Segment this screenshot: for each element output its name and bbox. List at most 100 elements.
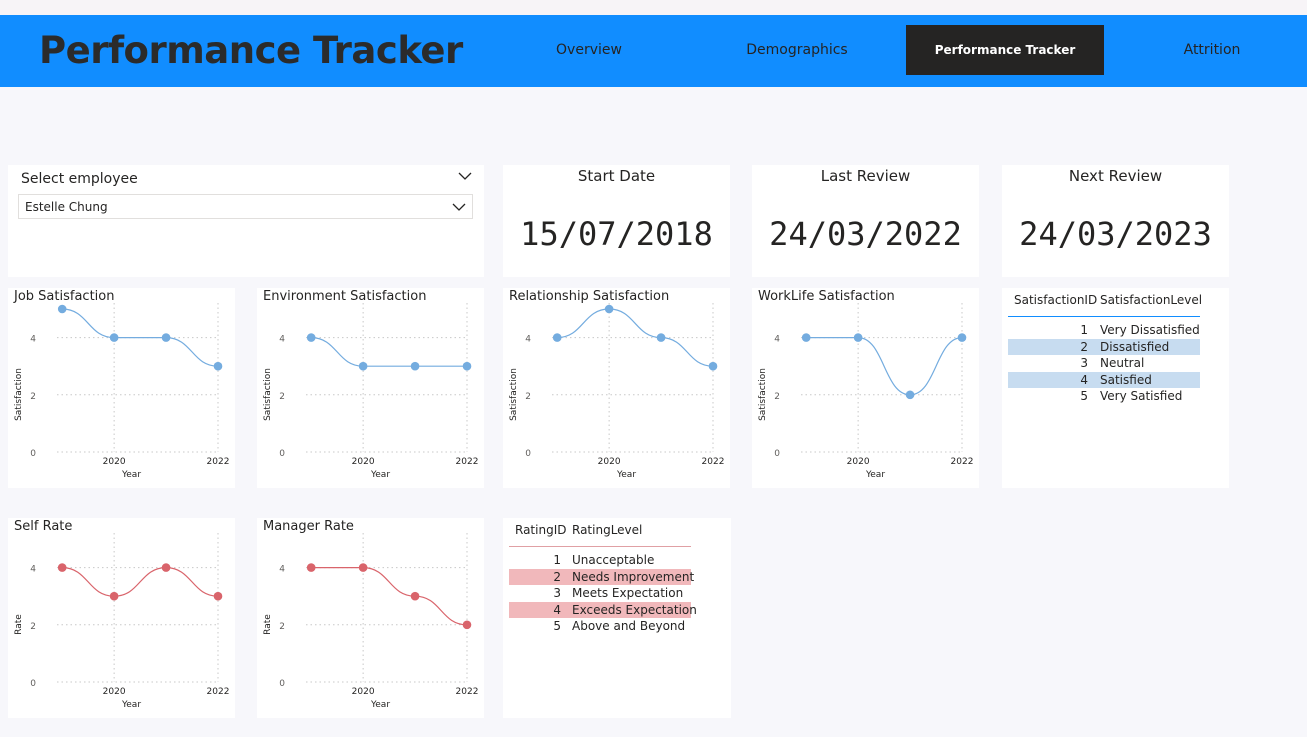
row-level: Unacceptable xyxy=(572,553,655,567)
data-point[interactable] xyxy=(57,563,67,572)
data-point[interactable] xyxy=(109,333,119,342)
table-row[interactable]: 3 Neutral xyxy=(1008,355,1200,371)
window-top-strip xyxy=(0,0,1307,15)
y-tick-label: 2 xyxy=(774,392,780,402)
y-axis-label: Satisfaction xyxy=(14,368,24,421)
row-level: Meets Expectation xyxy=(572,586,684,601)
x-axis-label: Year xyxy=(865,470,885,480)
row-id: 3 xyxy=(1080,356,1088,371)
y-axis-label: Satisfaction xyxy=(263,368,273,421)
x-tick-label: 2022 xyxy=(951,457,974,467)
slicer-label: Select employee xyxy=(21,171,138,187)
rating-level-table-card: RatingID RatingLevel 1 Unacceptable 2 Needs… xyxy=(503,518,731,718)
data-point[interactable] xyxy=(306,333,316,342)
data-point[interactable] xyxy=(462,361,472,371)
y-tick-label: 0 xyxy=(774,449,780,459)
y-tick-label: 0 xyxy=(30,679,36,689)
data-point[interactable] xyxy=(161,333,171,342)
table-header: RatingID xyxy=(515,523,567,537)
data-point[interactable] xyxy=(358,563,368,572)
data-point[interactable] xyxy=(161,563,171,572)
y-tick-label: 2 xyxy=(279,392,285,402)
series-line xyxy=(62,308,219,367)
y-tick-label: 0 xyxy=(279,679,285,689)
y-axis-label: Satisfaction xyxy=(509,368,519,421)
x-axis-label: Year xyxy=(370,470,390,480)
row-id: 1 xyxy=(553,553,561,567)
start-date-value: 15/07/2018 xyxy=(520,215,713,253)
table-header: SatisfactionID xyxy=(1014,293,1098,307)
y-tick-label: 4 xyxy=(30,565,36,575)
rating-level-table: RatingID RatingLevel 1 Unacceptable 2 Needs… xyxy=(509,523,697,634)
table-row[interactable]: 2 Needs Improvement xyxy=(509,568,695,585)
y-tick-label: 4 xyxy=(30,335,36,345)
start-date-title: Start Date xyxy=(577,167,656,185)
y-tick-label: 2 xyxy=(279,622,285,632)
table-row[interactable]: 4 Satisfied xyxy=(1008,371,1200,388)
data-point[interactable] xyxy=(656,333,666,342)
data-point[interactable] xyxy=(708,361,718,371)
tab-performance-tracker[interactable]: Performance Tracker xyxy=(906,25,1104,75)
data-point[interactable] xyxy=(853,333,863,342)
data-point[interactable] xyxy=(462,620,472,630)
x-tick-label: 2022 xyxy=(702,457,725,467)
x-axis-label: Year xyxy=(616,470,636,480)
y-tick-label: 4 xyxy=(774,335,780,345)
table-row[interactable]: 1 Very Dissatisfied xyxy=(1008,322,1200,338)
y-axis-label: Rate xyxy=(14,614,24,635)
table-row[interactable]: 3 Meets Expectation xyxy=(509,585,691,601)
data-point[interactable] xyxy=(604,304,614,314)
employee-dropdown[interactable]: Estelle Chung xyxy=(18,194,473,219)
row-id: 5 xyxy=(553,619,561,634)
y-axis-label: Rate xyxy=(263,614,273,635)
data-point[interactable] xyxy=(905,390,915,400)
data-point[interactable] xyxy=(410,591,420,601)
table-row[interactable]: 5 Above and Beyond xyxy=(509,618,691,634)
series-line xyxy=(806,337,963,396)
table-row[interactable]: 5 Very Satisfied xyxy=(1008,388,1200,404)
last-review-title: Last Review xyxy=(820,167,911,185)
y-axis-label: Satisfaction xyxy=(758,368,768,421)
tab-overview[interactable]: Overview xyxy=(490,25,688,75)
row-level: Above and Beyond xyxy=(572,619,686,634)
row-level: Very Dissatisfied xyxy=(1100,323,1200,337)
data-point[interactable] xyxy=(306,563,316,572)
x-tick-label: 2020 xyxy=(352,687,375,697)
data-point[interactable] xyxy=(358,361,368,371)
x-axis-label: Year xyxy=(121,470,141,480)
tab-attrition[interactable]: Attrition xyxy=(1113,25,1307,75)
table-header: RatingLevel xyxy=(572,523,643,537)
data-point[interactable] xyxy=(213,591,223,601)
data-point[interactable] xyxy=(957,333,967,342)
series-line xyxy=(62,566,219,597)
row-id: 4 xyxy=(553,602,561,617)
table-row[interactable]: 2 Dissatisfied xyxy=(1008,338,1200,355)
line-chart-plot: 0 2 4 2020 2022 Year Satisfaction xyxy=(14,303,229,480)
satisfaction-level-table: SatisfactionID SatisfactionLevel 1 Very D… xyxy=(1008,293,1202,403)
x-axis-label: Year xyxy=(121,700,141,710)
y-tick-label: 0 xyxy=(30,449,36,459)
chevron-down-icon[interactable] xyxy=(458,171,472,181)
data-point[interactable] xyxy=(213,361,223,371)
row-level: Exceeds Expectation xyxy=(572,602,697,617)
x-tick-label: 2022 xyxy=(456,457,479,467)
table-row[interactable]: 4 Exceeds Expectation xyxy=(509,601,697,618)
data-point[interactable] xyxy=(410,361,420,371)
chevron-down-icon xyxy=(452,203,466,211)
y-tick-label: 2 xyxy=(525,392,531,402)
data-point[interactable] xyxy=(552,333,562,342)
data-point[interactable] xyxy=(801,333,811,342)
y-tick-label: 4 xyxy=(279,335,285,345)
row-level: Needs Improvement xyxy=(572,569,695,584)
row-level: Very Satisfied xyxy=(1100,389,1183,404)
tab-demographics[interactable]: Demographics xyxy=(698,25,896,75)
line-chart-plot: 0 2 4 2020 2022 Year Satisfaction xyxy=(509,303,725,480)
employee-slicer-card: Select employee Estelle Chung xyxy=(8,165,484,277)
line-chart-plot: 0 2 4 2020 2022 Year Satisfaction xyxy=(758,303,974,480)
last-review-card: Last Review 24/03/2022 xyxy=(752,165,979,277)
table-row[interactable]: 1 Unacceptable xyxy=(509,552,691,568)
data-point[interactable] xyxy=(57,304,67,314)
data-point[interactable] xyxy=(109,591,119,601)
next-review-card: Next Review 24/03/2023 xyxy=(1002,165,1229,277)
series-line xyxy=(311,567,468,626)
